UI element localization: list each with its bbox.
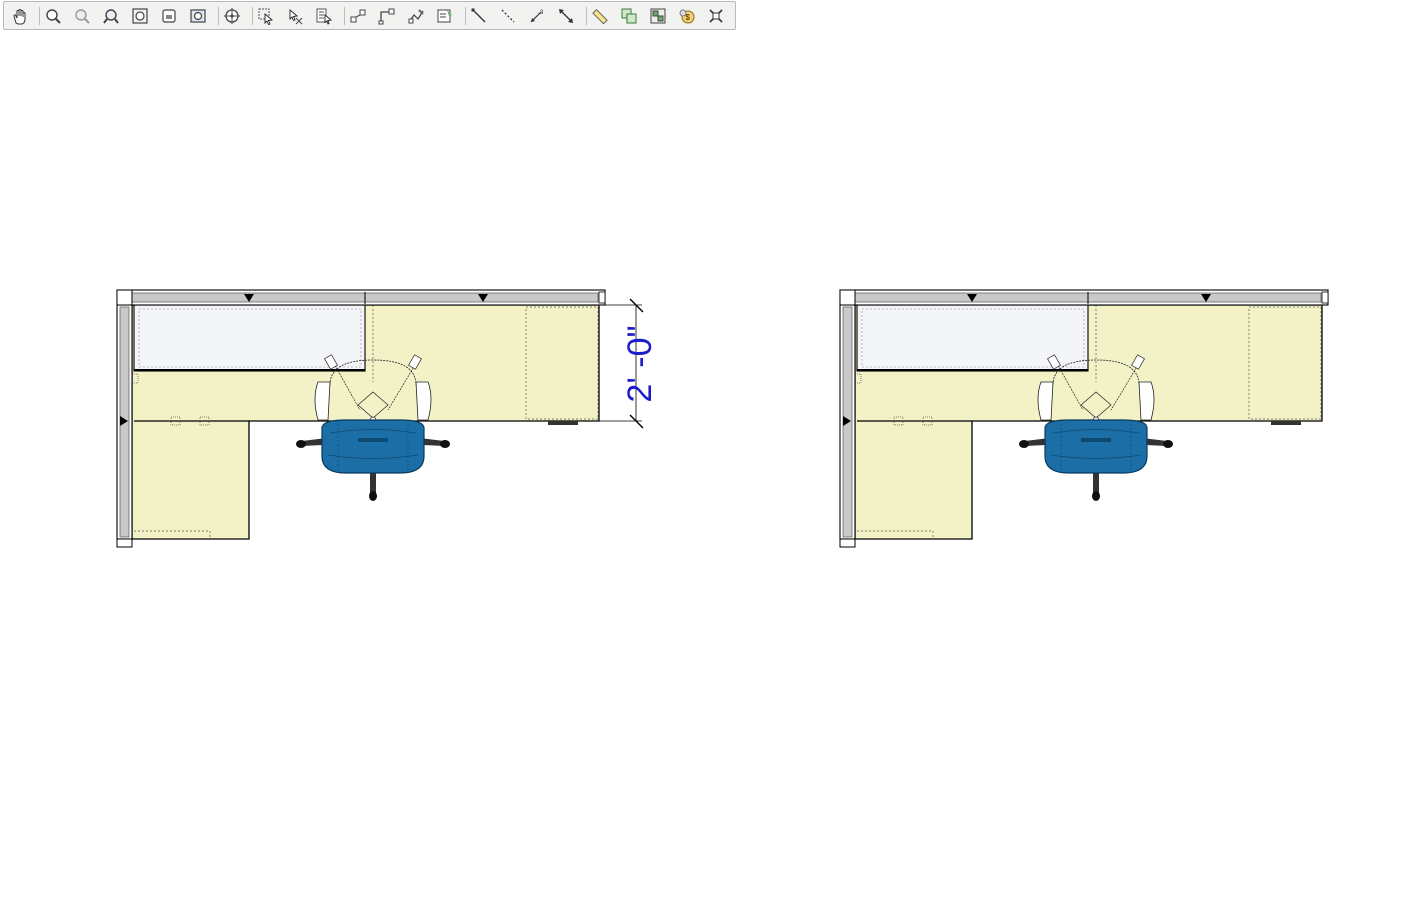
dimension-tick (629, 414, 644, 429)
panel-end-cap (1321, 291, 1329, 304)
toolbar-separator (218, 7, 219, 25)
zoom-window-tool-button[interactable] (100, 5, 122, 27)
delete-tool-button[interactable] (705, 5, 727, 27)
group-tool-button[interactable] (647, 5, 669, 27)
properties-tool-button[interactable] (434, 5, 456, 27)
line-icon (471, 8, 486, 23)
chair-seat-handle (358, 438, 388, 442)
delete-icon (709, 9, 723, 23)
move-icon (350, 9, 366, 23)
chair-caster (296, 440, 306, 448)
deselect-tool-button[interactable] (284, 5, 306, 27)
chair-left-arm (1037, 381, 1054, 421)
pedestal-pull (548, 421, 578, 425)
chair-seat-handle (1081, 438, 1111, 442)
chair-seat (1044, 419, 1148, 474)
move-tool-button[interactable] (347, 5, 369, 27)
dimension-tool-button[interactable]: 3 (526, 5, 548, 27)
edit-tool-button[interactable] (405, 5, 427, 27)
panel-end-cap (598, 291, 606, 304)
edit-icon (408, 9, 424, 24)
chair-left-arm (314, 381, 331, 421)
toolbar: 3 $ (3, 1, 736, 30)
select-icon (258, 8, 274, 25)
chair-right-arm (415, 381, 432, 421)
zoom-all-tool-button[interactable] (187, 5, 209, 27)
zoom-extents-tool-button[interactable] (129, 5, 151, 27)
toolbar-separator (586, 7, 587, 25)
measure-tool-button[interactable] (589, 5, 611, 27)
svg-text:$: $ (686, 13, 691, 22)
line-tool-button[interactable] (468, 5, 490, 27)
zoom-icon (46, 9, 61, 24)
pricing-icon: $ (679, 9, 695, 24)
ruler-icon (592, 8, 608, 25)
zoom-window-icon (103, 9, 119, 24)
select-list-icon (316, 8, 333, 25)
chair-caster (440, 440, 450, 448)
panel-corner-post (839, 289, 856, 306)
copy-tool-button[interactable] (618, 5, 640, 27)
select-by-list-tool-button[interactable] (313, 5, 335, 27)
svg-text:3: 3 (540, 10, 544, 16)
chair-caster (1019, 440, 1029, 448)
center-view-tool-button[interactable] (221, 5, 243, 27)
pedestal-pull (1271, 421, 1301, 425)
select-tool-button[interactable] (255, 5, 277, 27)
workstation-2[interactable] (839, 289, 1329, 548)
dimension (599, 298, 644, 429)
zoom-all-icon (190, 9, 206, 23)
dashed-line-tool-button[interactable] (497, 5, 519, 27)
dashed-line-icon (501, 9, 515, 23)
rotate-icon (378, 8, 395, 25)
zoom-selected-tool-button[interactable] (158, 5, 180, 27)
rotate-tool-button[interactable] (376, 5, 398, 27)
deselect-icon (289, 9, 303, 25)
zoom-out-icon (75, 9, 90, 24)
toolbar-separator (344, 7, 345, 25)
center-view-icon (224, 8, 240, 24)
panel-end-cap (839, 538, 856, 548)
dimension-tick (629, 298, 644, 313)
hand-icon (13, 9, 26, 25)
dimension-arrow-icon (559, 9, 573, 23)
dimension-icon: 3 (530, 10, 544, 23)
panel-end-cap (116, 538, 133, 548)
zoom-out-tool-button[interactable] (71, 5, 93, 27)
pan-tool-button[interactable] (8, 5, 30, 27)
zoom-tool-button[interactable] (42, 5, 64, 27)
toolbar-separator (465, 7, 466, 25)
chair-caster (1163, 440, 1173, 448)
chair-caster (1092, 491, 1100, 501)
toolbar-separator (39, 7, 40, 25)
zoom-extents-icon (132, 8, 148, 24)
drawing-canvas[interactable] (0, 32, 1410, 922)
chair-right-arm (1138, 381, 1155, 421)
dimension-arrow-tool-button[interactable] (555, 5, 577, 27)
chair-seat (321, 419, 425, 474)
toolbar-separator (252, 7, 253, 25)
copy-icon (621, 8, 637, 24)
pricing-tool-button[interactable]: $ (676, 5, 698, 27)
zoom-selected-icon (162, 9, 176, 23)
workstation-1[interactable] (116, 289, 606, 548)
group-icon (650, 8, 666, 24)
panel-corner-post (116, 289, 133, 306)
properties-icon (437, 9, 452, 23)
chair-caster (369, 491, 377, 501)
